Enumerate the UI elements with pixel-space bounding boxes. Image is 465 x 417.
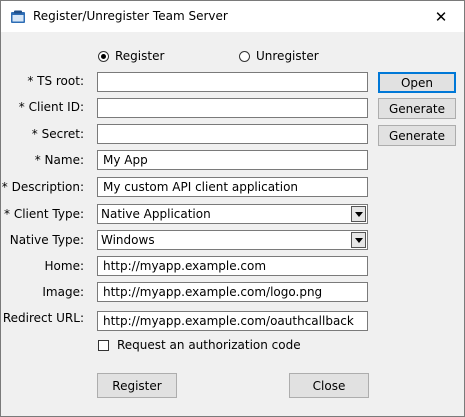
chevron-down-icon[interactable] — [351, 206, 366, 222]
name-label: * Name: — [34, 153, 84, 167]
ts-root-label: * TS root: — [27, 74, 84, 88]
client-id-field[interactable] — [97, 98, 368, 118]
generate-client-id-button[interactable]: Generate — [378, 98, 456, 119]
chevron-down-icon[interactable] — [351, 232, 366, 248]
open-button[interactable]: Open — [378, 72, 456, 93]
radio-indicator-register[interactable] — [98, 50, 109, 62]
description-label: * Description: — [1, 180, 84, 194]
auth-code-checkbox[interactable] — [98, 339, 109, 351]
home-label: Home: — [44, 259, 84, 273]
radio-unregister-label: Unregister — [256, 49, 319, 63]
ts-root-field[interactable] — [97, 72, 368, 92]
radio-register-label: Register — [115, 49, 165, 63]
auth-code-label: Request an authorization code — [117, 338, 301, 352]
native-type-label: Native Type: — [9, 233, 84, 247]
client-id-label: * Client ID: — [18, 100, 84, 114]
client-type-value: Native Application — [101, 207, 211, 221]
client-type-label: * Client Type: — [4, 207, 84, 221]
home-field[interactable]: http://myapp.example.com — [97, 256, 368, 276]
app-icon — [10, 9, 26, 25]
close-icon[interactable]: ✕ — [418, 1, 464, 32]
auth-code-option[interactable]: Request an authorization code — [98, 338, 301, 352]
description-field[interactable]: My custom API client application — [97, 177, 368, 197]
native-type-select[interactable]: Windows — [97, 230, 368, 250]
native-type-value: Windows — [101, 233, 155, 247]
radio-unregister[interactable]: Unregister — [239, 48, 319, 64]
radio-indicator-unregister[interactable] — [239, 50, 250, 62]
client-type-select[interactable]: Native Application — [97, 204, 368, 224]
secret-label: * Secret: — [31, 127, 84, 141]
redirect-url-label: Redirect URL: — [2, 311, 84, 325]
generate-secret-button[interactable]: Generate — [378, 125, 456, 146]
image-field[interactable]: http://myapp.example.com/logo.png — [97, 282, 368, 302]
dialog-window: Register/Unregister Team Server ✕ Regist… — [0, 0, 465, 417]
window-title: Register/Unregister Team Server — [33, 9, 228, 23]
name-field[interactable]: My App — [97, 150, 368, 170]
radio-register[interactable]: Register — [98, 48, 164, 64]
register-button[interactable]: Register — [97, 373, 177, 398]
image-label: Image: — [42, 285, 84, 299]
redirect-url-field[interactable]: http://myapp.example.com/oauthcallback — [97, 311, 368, 331]
secret-field[interactable] — [97, 124, 368, 144]
title-bar: Register/Unregister Team Server ✕ — [1, 1, 464, 32]
close-button[interactable]: Close — [289, 373, 369, 398]
